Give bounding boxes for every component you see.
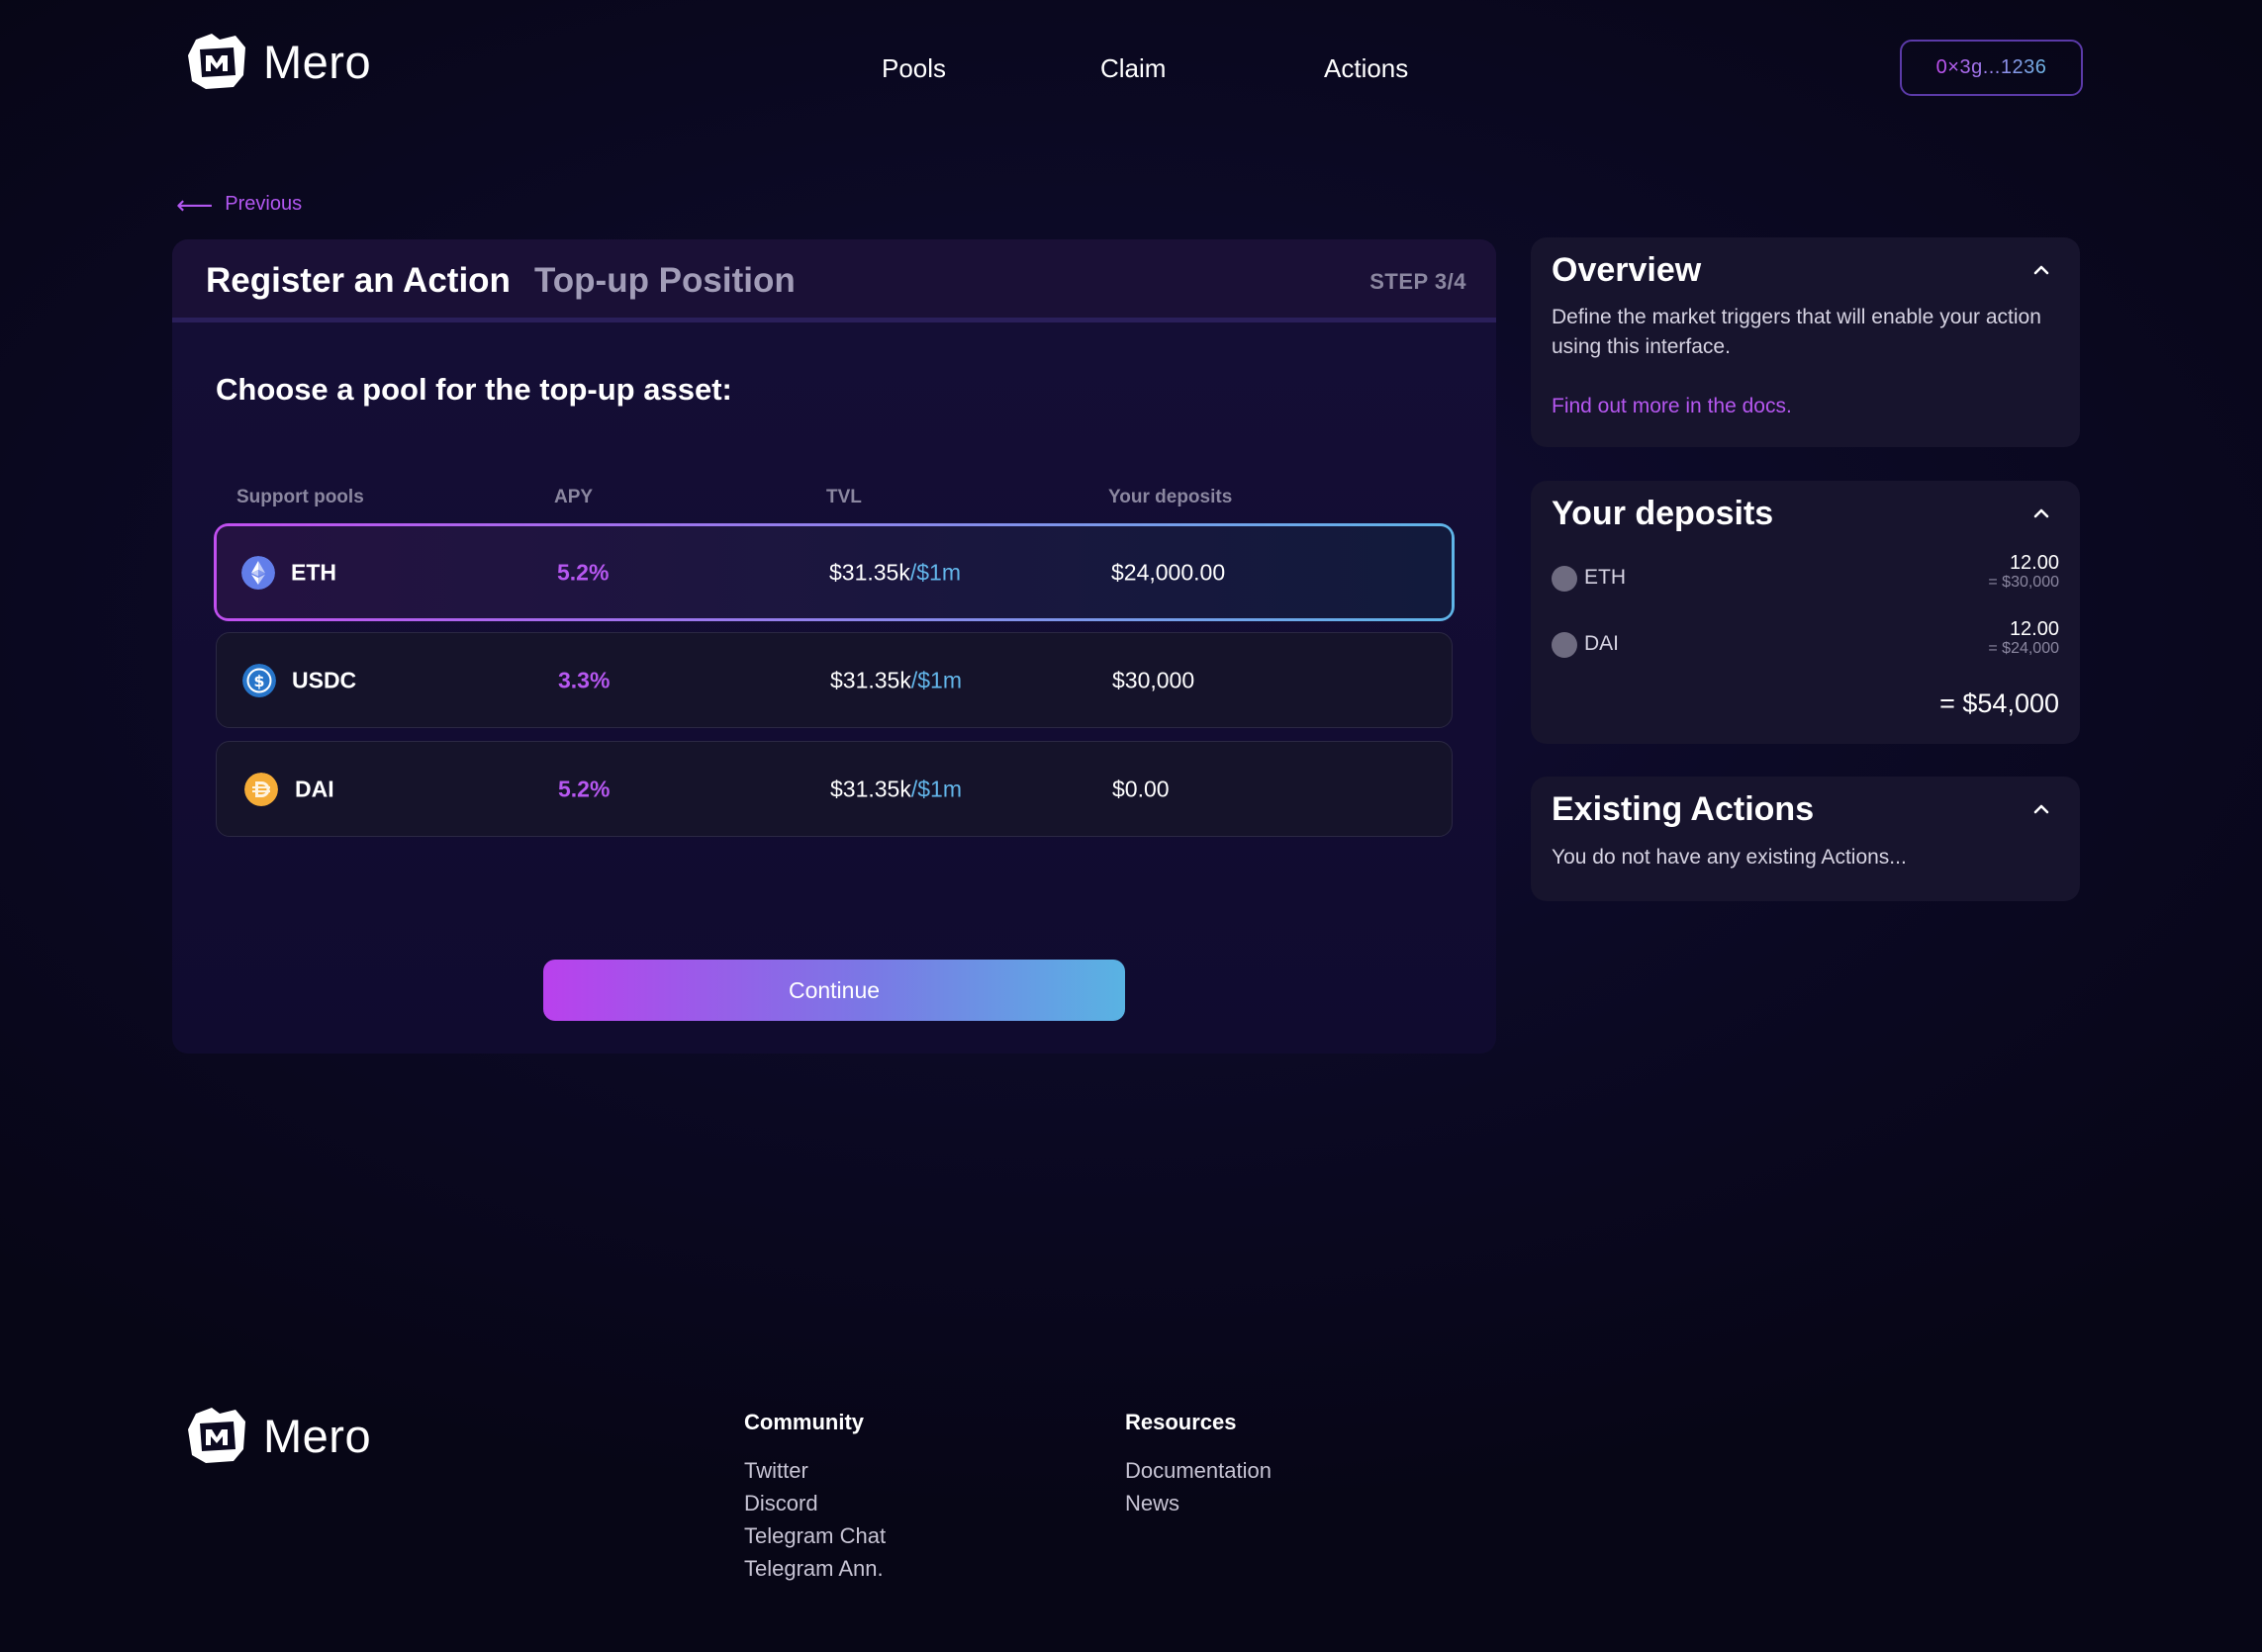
deposits-title: Your deposits xyxy=(1552,495,1774,532)
pool-apy: 5.2% xyxy=(558,776,611,801)
brand-logo[interactable]: Mero xyxy=(184,30,371,93)
pool-prompt: Choose a pool for the top-up asset: xyxy=(216,372,732,407)
deposit-row-eth: ETH 12.00 = $30,000 xyxy=(1552,552,2059,601)
pool-tvl-cap: /$1m xyxy=(910,667,962,692)
wallet-button[interactable]: 0×3g...1236 xyxy=(1900,40,2083,96)
eth-icon xyxy=(241,555,275,590)
overview-panel: Overview Define the market triggers that… xyxy=(1531,237,2080,447)
dai-icon xyxy=(244,772,278,806)
pool-tvl-cap: /$1m xyxy=(909,559,961,585)
deposit-amount: 12.00 xyxy=(2009,552,2059,574)
col-header-tvl: TVL xyxy=(826,487,862,507)
continue-button[interactable]: Continue xyxy=(543,960,1125,1021)
nav-actions[interactable]: Actions xyxy=(1324,53,1408,84)
docs-link[interactable]: Find out more in the docs. xyxy=(1552,392,1792,421)
svg-text:$: $ xyxy=(253,672,264,690)
existing-title: Existing Actions xyxy=(1552,790,1815,828)
nav-claim[interactable]: Claim xyxy=(1100,53,1166,84)
mero-logo-icon xyxy=(188,34,245,89)
footer-logo[interactable]: Mero xyxy=(184,1404,371,1467)
resources-heading: Resources xyxy=(1125,1410,1237,1434)
footer-link-discord[interactable]: Discord xyxy=(744,1491,818,1516)
pool-symbol: USDC xyxy=(292,667,357,692)
footer-link-news[interactable]: News xyxy=(1125,1491,1179,1516)
deposits-panel: Your deposits ETH 12.00 = $30,000 DAI 12… xyxy=(1531,481,2080,744)
footer-link-telegram-chat[interactable]: Telegram Chat xyxy=(744,1523,886,1549)
mero-logo-icon xyxy=(188,1408,245,1463)
footer-link-telegram-ann[interactable]: Telegram Ann. xyxy=(744,1556,884,1582)
pool-tvl-value: $31.35k xyxy=(830,667,911,692)
deposit-name: ETH xyxy=(1584,566,1626,589)
deposits-total: = $54,000 xyxy=(1939,688,2059,718)
pool-tvl-value: $31.35k xyxy=(829,559,910,585)
col-header-apy: APY xyxy=(554,487,594,507)
dai-token-icon xyxy=(1552,632,1577,658)
footer-link-twitter[interactable]: Twitter xyxy=(744,1458,808,1484)
existing-actions-panel: Existing Actions You do not have any exi… xyxy=(1531,777,2080,901)
pool-row-eth[interactable]: ETH 5.2% $31.35k/$1m $24,000.00 xyxy=(214,523,1455,621)
card-title: Register an Action xyxy=(206,261,511,300)
previous-label: Previous xyxy=(225,193,303,215)
chevron-up-icon[interactable] xyxy=(2032,261,2050,279)
nav-pools[interactable]: Pools xyxy=(882,53,946,84)
deposit-name: DAI xyxy=(1584,632,1620,655)
footer-link-documentation[interactable]: Documentation xyxy=(1125,1458,1272,1484)
chevron-up-icon[interactable] xyxy=(2032,505,2050,522)
pool-row-dai[interactable]: DAI 5.2% $31.35k/$1m $0.00 xyxy=(216,741,1453,837)
pool-row-usdc[interactable]: $ USDC 3.3% $31.35k/$1m $30,000 xyxy=(216,632,1453,728)
pool-apy: 5.2% xyxy=(557,559,610,585)
pool-apy: 3.3% xyxy=(558,667,611,692)
eth-token-icon xyxy=(1552,566,1577,592)
wallet-address: 0×3g...1236 xyxy=(1935,56,2047,78)
previous-link[interactable]: ⟵ Previous xyxy=(176,189,303,220)
chevron-up-icon[interactable] xyxy=(2032,800,2050,818)
pool-tvl: $31.35k/$1m xyxy=(830,776,962,802)
existing-text: You do not have any existing Actions... xyxy=(1552,846,1907,869)
arrow-left-icon: ⟵ xyxy=(176,189,214,220)
deposit-amount: 12.00 xyxy=(2009,618,2059,640)
pool-deposit: $24,000.00 xyxy=(1111,559,1226,585)
col-header-deposits: Your deposits xyxy=(1108,487,1233,507)
pool-symbol: ETH xyxy=(291,559,336,585)
card-header: Register an Action Top-up Position STEP … xyxy=(172,239,1496,322)
usdc-icon: $ xyxy=(242,663,276,697)
col-header-pools: Support pools xyxy=(236,487,364,507)
pool-deposit: $0.00 xyxy=(1112,776,1170,801)
step-indicator: STEP 3/4 xyxy=(1369,269,1466,294)
pool-tvl-value: $31.35k xyxy=(830,776,911,801)
pool-symbol: DAI xyxy=(295,776,334,801)
footer-brand-name: Mero xyxy=(263,1409,372,1462)
card-subtitle: Top-up Position xyxy=(534,261,796,300)
pool-tvl: $31.35k/$1m xyxy=(829,559,961,586)
overview-text: Define the market triggers that will ena… xyxy=(1552,306,2041,358)
deposit-usd: = $24,000 xyxy=(1988,640,2059,657)
deposit-row-dai: DAI 12.00 = $24,000 xyxy=(1552,618,2059,668)
deposit-usd: = $30,000 xyxy=(1988,574,2059,591)
brand-name: Mero xyxy=(263,35,372,88)
register-action-card: Register an Action Top-up Position STEP … xyxy=(172,239,1496,1054)
community-heading: Community xyxy=(744,1410,864,1434)
pool-tvl-cap: /$1m xyxy=(910,776,962,801)
overview-title: Overview xyxy=(1552,251,1702,289)
pool-tvl: $31.35k/$1m xyxy=(830,667,962,693)
pool-deposit: $30,000 xyxy=(1112,667,1195,692)
